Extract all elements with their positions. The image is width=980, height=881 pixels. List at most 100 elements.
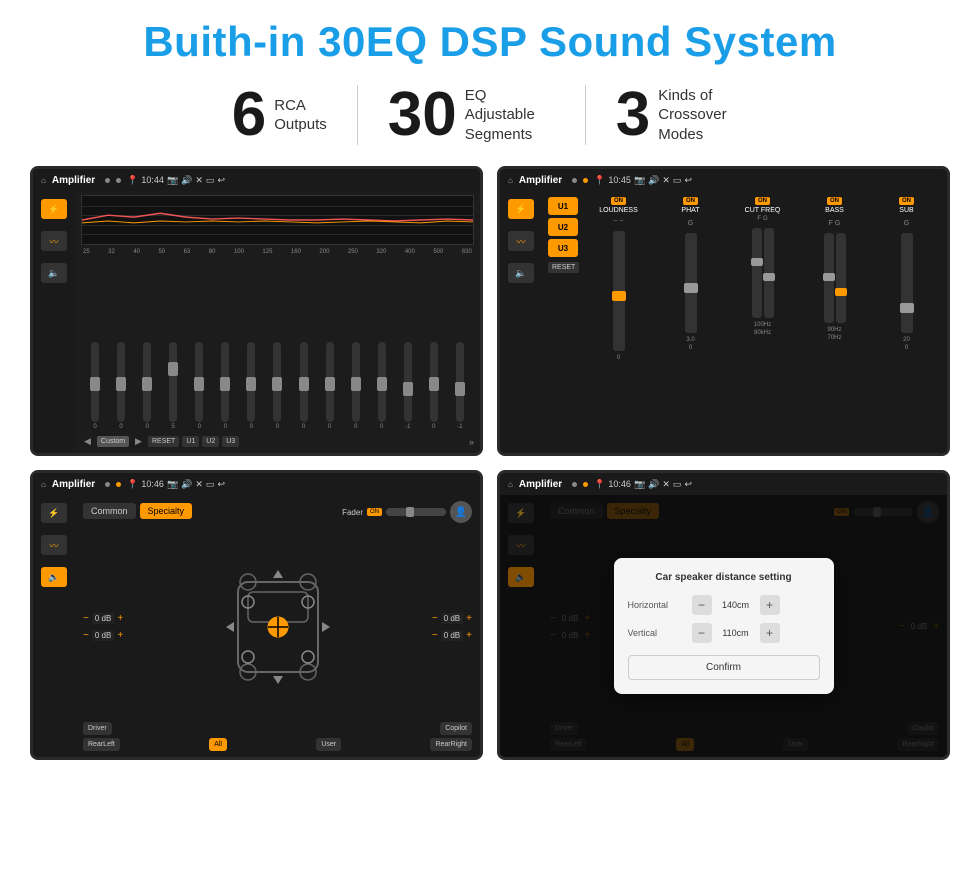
eq-slider-thumb-14[interactable] — [455, 382, 465, 396]
cutfreq-thumb-g[interactable] — [763, 273, 775, 281]
home-icon[interactable]: ⌂ — [41, 176, 46, 185]
eq-u1-button[interactable]: U1 — [182, 436, 199, 447]
left-vol-bottom-plus[interactable]: + — [117, 630, 123, 641]
eq-slider-track-1[interactable] — [117, 342, 125, 422]
horizontal-minus-button[interactable]: − — [692, 595, 712, 615]
amp-channel-phat: ON PHAT G 3.0 0 — [656, 197, 725, 351]
right-vol-bottom-minus[interactable]: − — [432, 630, 438, 641]
bass-fader-2[interactable] — [836, 233, 846, 323]
back-icon-2[interactable]: ↩ — [684, 175, 692, 186]
eq-slider-thumb-6[interactable] — [246, 377, 256, 391]
eq-slider-thumb-7[interactable] — [272, 377, 282, 391]
sidebar-wave-icon[interactable]: 〰 — [41, 231, 67, 251]
bass-thumb-1[interactable] — [823, 273, 835, 281]
all-button[interactable]: All — [209, 738, 227, 751]
eq-slider-track-6[interactable] — [247, 342, 255, 422]
fader-bar[interactable] — [386, 508, 446, 516]
sidebar-speaker-icon-3[interactable]: 🔈 — [41, 567, 67, 587]
eq-slider-track-3[interactable] — [169, 342, 177, 422]
horizontal-plus-button[interactable]: + — [760, 595, 780, 615]
eq-slider-track-14[interactable] — [456, 342, 464, 422]
vertical-minus-button[interactable]: − — [692, 623, 712, 643]
eq-slider-thumb-0[interactable] — [90, 377, 100, 391]
amp-preset-u3[interactable]: U3 — [548, 239, 578, 257]
eq-expand-icon[interactable]: » — [469, 437, 474, 447]
eq-slider-thumb-3[interactable] — [168, 362, 178, 376]
left-vol-top-minus[interactable]: − — [83, 613, 89, 624]
back-icon-4[interactable]: ↩ — [684, 479, 692, 490]
amp-preset-u1[interactable]: U1 — [548, 197, 578, 215]
amp-channel-bass: ON BASS F G 90Hz — [800, 197, 869, 341]
cs-tab-common[interactable]: Common — [83, 503, 136, 519]
sidebar-speaker-icon[interactable]: 🔈 — [41, 263, 67, 283]
right-vol-bottom-plus[interactable]: + — [466, 630, 472, 641]
cutfreq-fader-f[interactable] — [752, 228, 762, 318]
right-vol-bottom-value: 0 dB — [441, 630, 463, 641]
phat-fader-thumb[interactable] — [684, 283, 698, 293]
rearleft-button[interactable]: RearLeft — [83, 738, 120, 751]
eq-u2-button[interactable]: U2 — [202, 436, 219, 447]
cs-tab-specialty[interactable]: Specialty — [140, 503, 193, 519]
sidebar-eq-icon[interactable]: ⚡ — [41, 199, 67, 219]
eq-slider-thumb-9[interactable] — [325, 377, 335, 391]
amp-preset-u2[interactable]: U2 — [548, 218, 578, 236]
amp-reset-button[interactable]: RESET — [548, 262, 579, 273]
eq-slider-thumb-8[interactable] — [299, 377, 309, 391]
eq-slider-thumb-10[interactable] — [351, 377, 361, 391]
eq-slider-track-13[interactable] — [430, 342, 438, 422]
sidebar-wave-icon-3[interactable]: 〰 — [41, 535, 67, 555]
sub-fader-thumb[interactable] — [900, 303, 914, 313]
cutfreq-fader-g[interactable] — [764, 228, 774, 318]
eq-slider-track-5[interactable] — [221, 342, 229, 422]
eq-slider-thumb-5[interactable] — [220, 377, 230, 391]
bass-fader-1[interactable] — [824, 233, 834, 323]
eq-slider-track-11[interactable] — [378, 342, 386, 422]
confirm-button[interactable]: Confirm — [628, 655, 820, 680]
back-icon[interactable]: ↩ — [217, 175, 225, 186]
right-vol-top-plus[interactable]: + — [466, 613, 472, 624]
left-vol-top-plus[interactable]: + — [117, 613, 123, 624]
eq-prev-button[interactable]: ◀ — [81, 434, 94, 449]
left-vol-bottom-minus[interactable]: − — [83, 630, 89, 641]
sidebar-eq-icon-2[interactable]: ⚡ — [508, 199, 534, 219]
loudness-fader[interactable] — [613, 231, 625, 351]
eq-slider-track-4[interactable] — [195, 342, 203, 422]
eq-next-button[interactable]: ▶ — [132, 434, 145, 449]
back-icon-3[interactable]: ↩ — [217, 479, 225, 490]
sidebar-wave-icon-2[interactable]: 〰 — [508, 231, 534, 251]
sub-fader[interactable] — [901, 233, 913, 333]
sidebar-eq-icon-3[interactable]: ⚡ — [41, 503, 67, 523]
eq-slider-thumb-1[interactable] — [116, 377, 126, 391]
sidebar-speaker-icon-2[interactable]: 🔈 — [508, 263, 534, 283]
driver-button[interactable]: Driver — [83, 722, 112, 735]
eq-reset-button[interactable]: RESET — [148, 436, 179, 447]
vertical-plus-button[interactable]: + — [760, 623, 780, 643]
home-icon-2[interactable]: ⌂ — [508, 176, 513, 185]
eq-slider-thumb-12[interactable] — [403, 382, 413, 396]
home-icon-4[interactable]: ⌂ — [508, 480, 513, 489]
eq-slider-track-12[interactable] — [404, 342, 412, 422]
eq-slider-thumb-11[interactable] — [377, 377, 387, 391]
eq-slider-track-0[interactable] — [91, 342, 99, 422]
eq-slider-thumb-13[interactable] — [429, 377, 439, 391]
eq-slider-track-7[interactable] — [273, 342, 281, 422]
bass-thumb-2[interactable] — [835, 288, 847, 296]
copilot-button[interactable]: Copilot — [440, 722, 472, 735]
home-icon-3[interactable]: ⌂ — [41, 480, 46, 489]
eq-slider-track-8[interactable] — [300, 342, 308, 422]
profile-button[interactable]: 👤 — [450, 501, 472, 523]
cutfreq-thumb-f[interactable] — [751, 258, 763, 266]
eq-slider-track-9[interactable] — [326, 342, 334, 422]
eq-slider-track-2[interactable] — [143, 342, 151, 422]
eq-slider-track-10[interactable] — [352, 342, 360, 422]
right-vol-top-minus[interactable]: − — [432, 613, 438, 624]
phat-fader[interactable] — [685, 233, 697, 333]
fader-thumb[interactable] — [406, 507, 414, 517]
user-button[interactable]: User — [316, 738, 341, 751]
eq-slider-thumb-4[interactable] — [194, 377, 204, 391]
eq-slider-thumb-2[interactable] — [142, 377, 152, 391]
rearright-button[interactable]: RearRight — [430, 738, 472, 751]
eq-u3-button[interactable]: U3 — [222, 436, 239, 447]
loudness-fader-thumb[interactable] — [612, 291, 626, 301]
eq-preset-custom[interactable]: Custom — [97, 436, 129, 447]
